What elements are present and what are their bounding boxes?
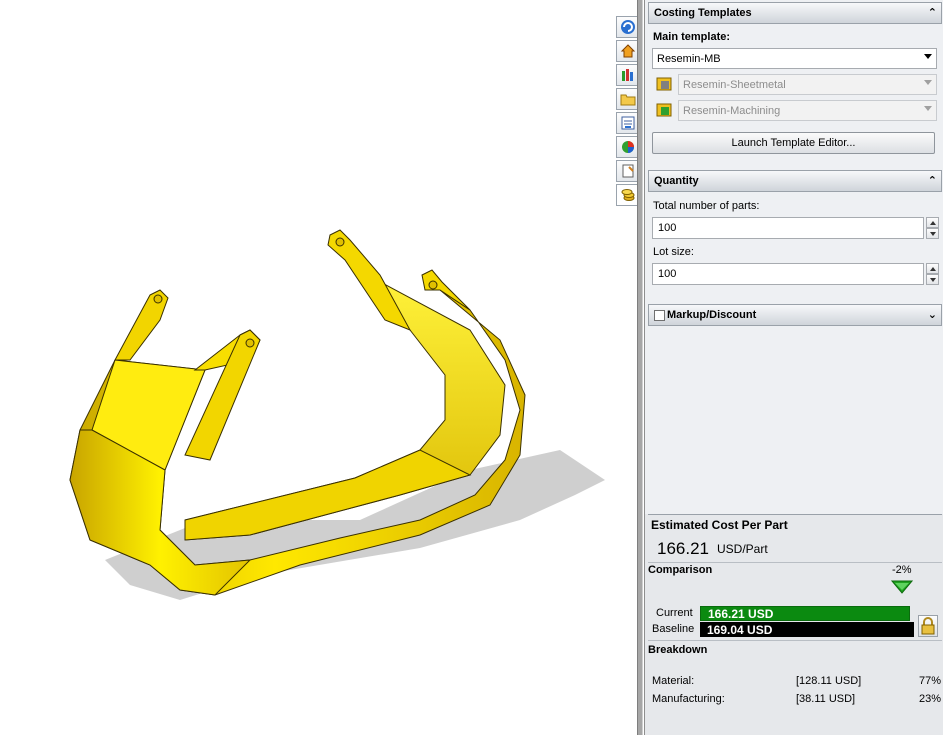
main-template-value: Resemin-MB	[657, 52, 721, 65]
dropdown-arrow-icon	[924, 80, 932, 85]
spin-down-icon[interactable]	[926, 228, 939, 239]
lot-size-input[interactable]: 100	[652, 263, 924, 285]
sheetmetal-template-value: Resemin-Sheetmetal	[683, 78, 786, 91]
collapse-chevron-icon[interactable]: ⌃	[928, 6, 937, 20]
sheetmetal-template-icon	[656, 77, 672, 91]
quantity-header[interactable]: Quantity ⌃	[648, 170, 942, 192]
material-cost: [128.11 USD]	[796, 675, 862, 687]
right-arm-back-hole	[335, 237, 345, 247]
palette-icon	[621, 116, 635, 130]
manufacturing-cost: [38.11 USD]	[796, 693, 856, 705]
costing-templates-body: Main template: Resemin-MB Resemin-Sheetm…	[648, 25, 942, 159]
machining-template-value: Resemin-Machining	[683, 104, 781, 117]
total-parts-input[interactable]: 100	[652, 217, 924, 239]
expand-chevron-icon[interactable]: ⌄	[928, 308, 937, 322]
dropdown-arrow-icon	[924, 54, 932, 59]
left-arm-front-hole	[245, 338, 255, 348]
lot-size-spinner[interactable]	[926, 263, 939, 285]
house-icon	[620, 44, 636, 58]
costing-templates-header[interactable]: Costing Templates ⌃	[648, 2, 942, 24]
current-label: Current	[656, 607, 693, 619]
baseline-label: Baseline	[652, 623, 695, 635]
material-percent: 77%	[919, 675, 942, 687]
markup-discount-title: Markup/Discount	[667, 309, 757, 321]
spin-down-icon[interactable]	[926, 274, 939, 285]
cost-per-part-unit: USD/Part	[717, 542, 768, 556]
swirl-icon	[621, 20, 635, 34]
coins-icon	[621, 189, 635, 201]
left-arm-back-hole	[153, 294, 163, 304]
machining-template-select[interactable]: Resemin-Machining	[678, 100, 937, 121]
properties-icon	[622, 164, 634, 178]
total-parts-label: Total number of parts:	[653, 200, 760, 212]
lot-size-label: Lot size:	[653, 246, 694, 258]
costing-templates-title: Costing Templates	[654, 7, 752, 19]
comparison-label: Comparison	[648, 564, 713, 576]
costing-task-pane: Costing Templates ⌃ Main template: Resem…	[644, 0, 943, 735]
main-template-select[interactable]: Resemin-MB	[652, 48, 937, 69]
quantity-title: Quantity	[654, 175, 699, 187]
decrease-arrow-icon	[891, 580, 913, 594]
spin-up-icon[interactable]	[926, 263, 939, 274]
folder-icon	[620, 94, 636, 106]
manufacturing-label: Manufacturing:	[652, 693, 725, 705]
spin-up-icon[interactable]	[926, 217, 939, 228]
current-cost-bar: 166.21 USD	[700, 606, 910, 621]
total-parts-spinner[interactable]	[926, 217, 939, 239]
sheetmetal-template-select[interactable]: Resemin-Sheetmetal	[678, 74, 937, 95]
cost-per-part-value: 166.21	[657, 539, 709, 558]
launch-template-editor-button[interactable]: Launch Template Editor...	[652, 132, 935, 154]
graphics-viewport[interactable]	[0, 0, 612, 735]
markup-discount-header[interactable]: Markup/Discount ⌄	[648, 304, 942, 326]
material-label: Material:	[652, 675, 695, 687]
right-arm-front-hole	[428, 280, 438, 290]
sheet-metal-part-model	[69, 229, 605, 600]
cost-delta-percent: -2%	[892, 564, 912, 576]
quantity-body: Total number of parts: 100 Lot size: 100	[648, 193, 942, 291]
breakdown-label: Breakdown	[648, 644, 708, 656]
main-template-label: Main template:	[653, 31, 731, 43]
estimated-cost-title: Estimated Cost Per Part	[651, 518, 788, 532]
right-arm-front	[421, 269, 471, 311]
lock-icon	[921, 617, 935, 635]
set-baseline-lock[interactable]	[918, 615, 938, 637]
pane-splitter[interactable]	[637, 0, 643, 735]
baseline-cost-bar: 169.04 USD	[700, 622, 914, 637]
machining-template-icon	[656, 103, 672, 117]
manufacturing-percent: 23%	[919, 693, 942, 705]
dropdown-arrow-icon	[924, 106, 932, 111]
color-ball-icon	[622, 141, 634, 153]
estimated-cost-panel: Estimated Cost Per Part 166.21 USD/Part …	[645, 514, 943, 735]
books-icon	[622, 69, 633, 81]
collapse-chevron-icon[interactable]: ⌃	[928, 174, 937, 188]
markup-discount-checkbox[interactable]	[654, 310, 665, 321]
